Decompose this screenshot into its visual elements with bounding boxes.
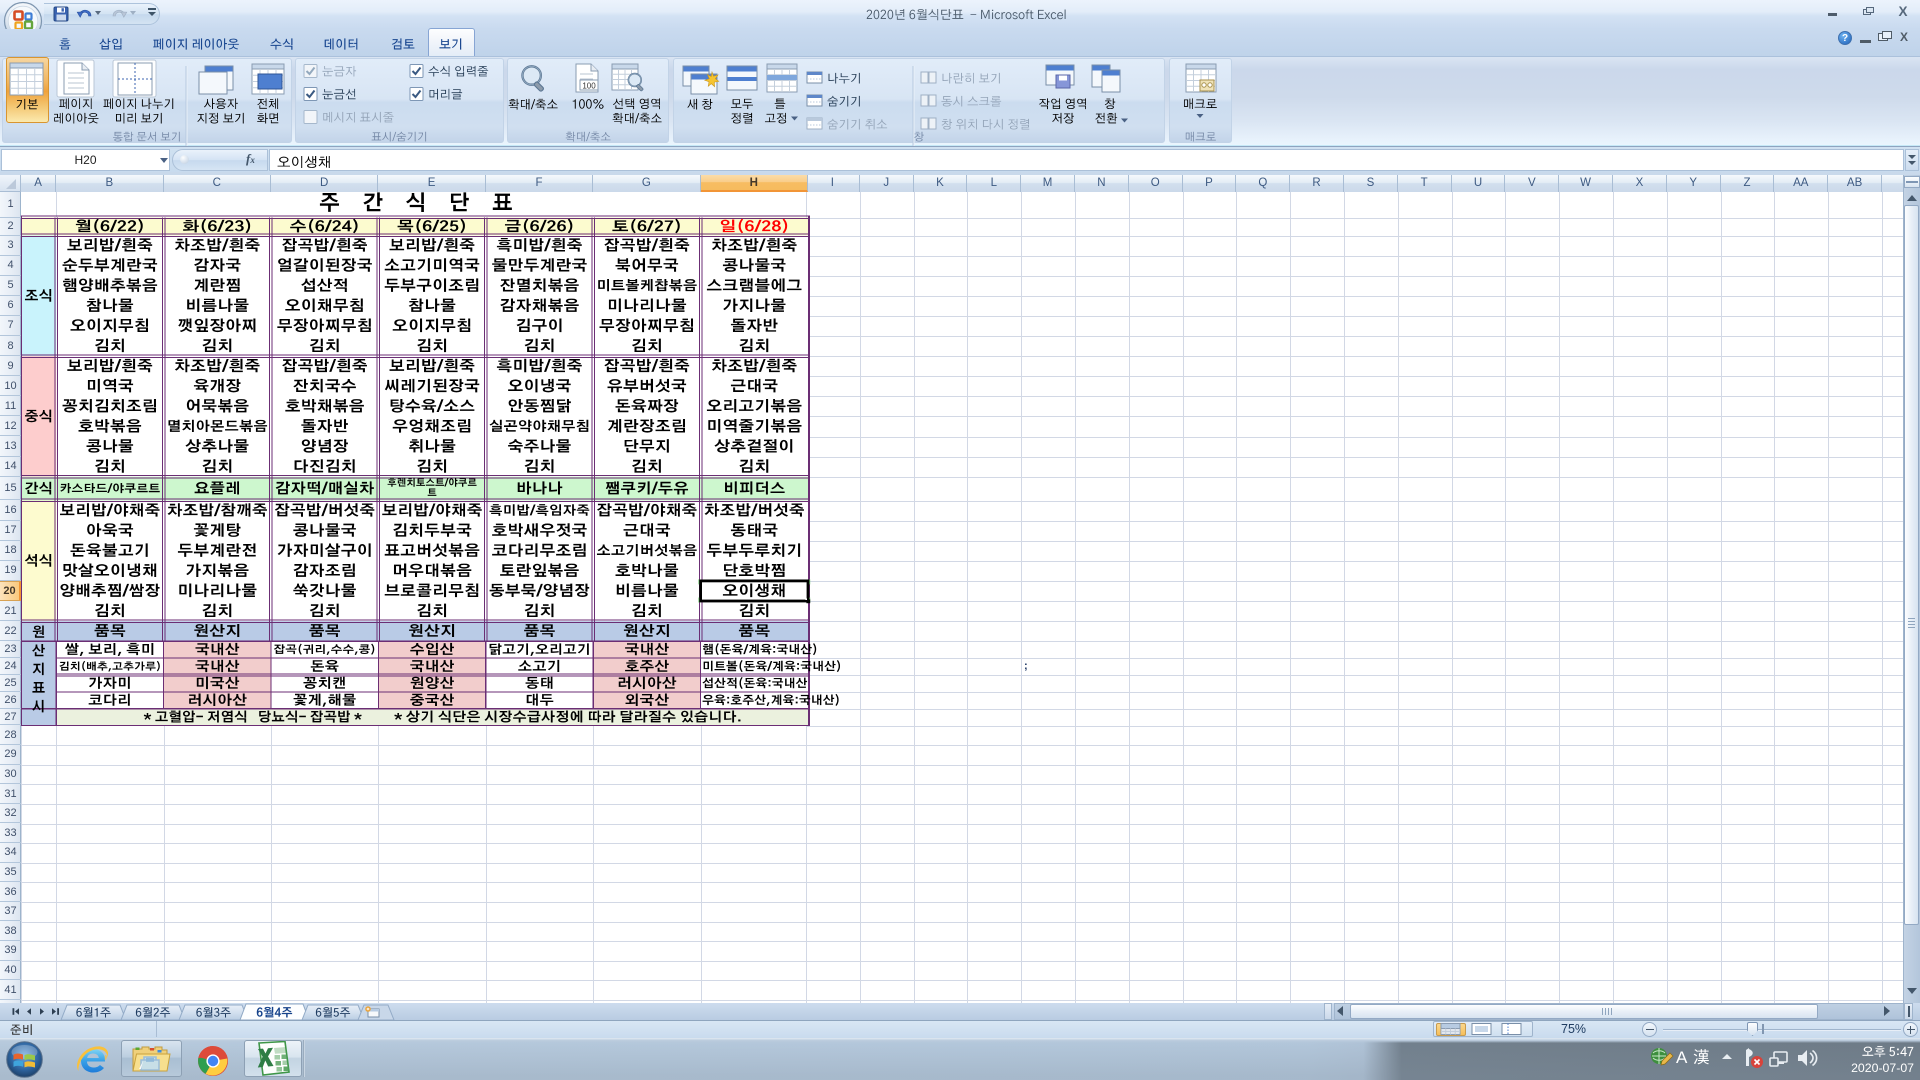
svg-text:2020-07-07: 2020-07-07 <box>1851 1061 1914 1075</box>
